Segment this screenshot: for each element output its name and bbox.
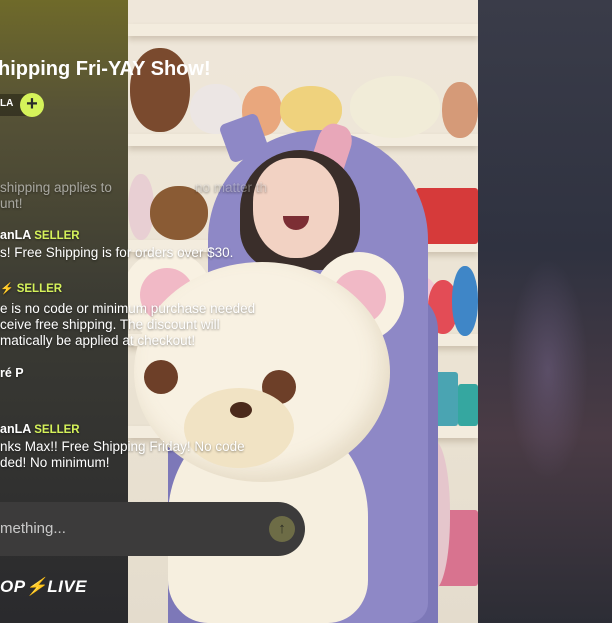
chat-input-placeholder[interactable]: mething... [0,520,66,537]
chat-message-line: no matter th [195,180,268,195]
host-face [253,158,339,258]
chat-message-line: ceive free shipping. The discount will [0,317,220,332]
lightning-icon: ⚡ [0,283,14,295]
chat-author[interactable]: anLA SELLER [0,228,80,242]
plush-toy [350,76,440,138]
seller-badge: SELLER [16,283,63,295]
follow-button[interactable]: + [20,93,44,117]
chat-message-line: s! Free Shipping is for orders over $30. [0,245,234,260]
live-stream-screen: hipping Fri-YAY Show! LA + shipping appl… [0,0,612,623]
blurred-background-panel [478,0,612,623]
chat-message-line: shipping applies to [0,180,112,195]
host-name[interactable]: LA [0,98,13,109]
plus-icon: + [26,93,38,115]
chat-message-line: ded! No minimum! [0,455,110,470]
plush-toy [442,82,478,138]
send-button[interactable]: ↑ [269,516,295,542]
seller-badge: SELLER [34,230,80,242]
chat-message-line: nks Max!! Free Shipping Friday! No code [0,439,245,454]
chat-author[interactable]: ⚡ SELLER [0,281,62,295]
chat-message-line: unt! [0,196,23,211]
chat-author-name[interactable]: anLA [0,422,31,436]
chat-message-line: matically be applied at checkout! [0,333,196,348]
show-title: hipping Fri-YAY Show! [0,58,211,80]
toy-box [458,384,478,426]
shelf [128,24,478,36]
teddy-bear-muzzle [184,388,294,468]
chat-author-name[interactable]: ré P [0,366,24,380]
seller-badge: SELLER [34,424,80,436]
teddy-bear-nose [230,402,252,418]
chat-author-name[interactable]: anLA [0,228,31,242]
arrow-up-icon: ↑ [278,520,286,537]
chat-author[interactable]: ré P [0,366,24,380]
chat-author[interactable]: anLA SELLER [0,422,80,436]
teddy-bear-eye [144,360,178,394]
plush-toy [452,266,478,336]
app-logo: OP⚡LIVE [0,577,88,596]
chat-message-line: e is no code or minimum purchase needed [0,301,256,316]
